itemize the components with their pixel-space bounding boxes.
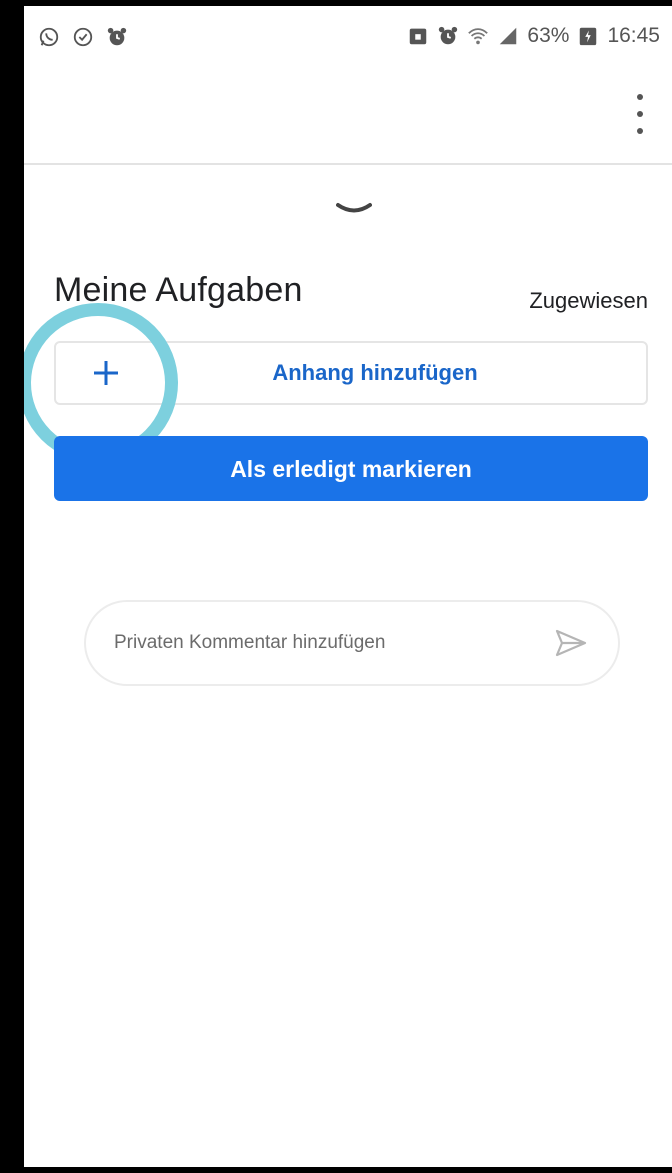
alarm-icon: [107, 27, 127, 46]
app-bar: [24, 68, 672, 165]
comment-placeholder: Privaten Kommentar hinzufügen: [114, 632, 386, 653]
shield-check-icon: [73, 27, 93, 47]
menu-dot: [637, 94, 643, 100]
page-title: Meine Aufgaben: [54, 271, 303, 309]
lock-icon: [410, 28, 427, 45]
add-attachment-label: Anhang hinzufügen: [272, 360, 478, 385]
mark-done-button[interactable]: Als erledigt markieren: [54, 436, 648, 501]
status-bar: 63% 16:45: [24, 6, 672, 68]
send-icon[interactable]: [554, 628, 588, 658]
phone-screen: 63% 16:45 Meine Aufgaben Zugewiesen Anha…: [24, 6, 672, 1167]
wifi-icon: [468, 28, 489, 45]
add-attachment-button[interactable]: Anhang hinzufügen: [54, 341, 648, 405]
alarm-icon: [439, 26, 458, 45]
battery-icon: [580, 27, 597, 46]
menu-dot: [637, 128, 643, 134]
signal-icon: [500, 27, 517, 45]
private-comment-input[interactable]: Privaten Kommentar hinzufügen: [84, 600, 620, 686]
chevron-down-icon[interactable]: [336, 202, 372, 216]
battery-percent: 63%: [527, 24, 570, 47]
whatsapp-icon: [39, 27, 59, 47]
status-bar-right: 63% 16:45: [407, 24, 660, 48]
status-bar-left: [38, 26, 128, 48]
mark-done-label: Als erledigt markieren: [230, 456, 472, 482]
more-vert-icon[interactable]: [630, 94, 650, 134]
status-time: 16:45: [607, 24, 660, 47]
menu-dot: [637, 111, 643, 117]
status-label: Zugewiesen: [529, 288, 648, 313]
